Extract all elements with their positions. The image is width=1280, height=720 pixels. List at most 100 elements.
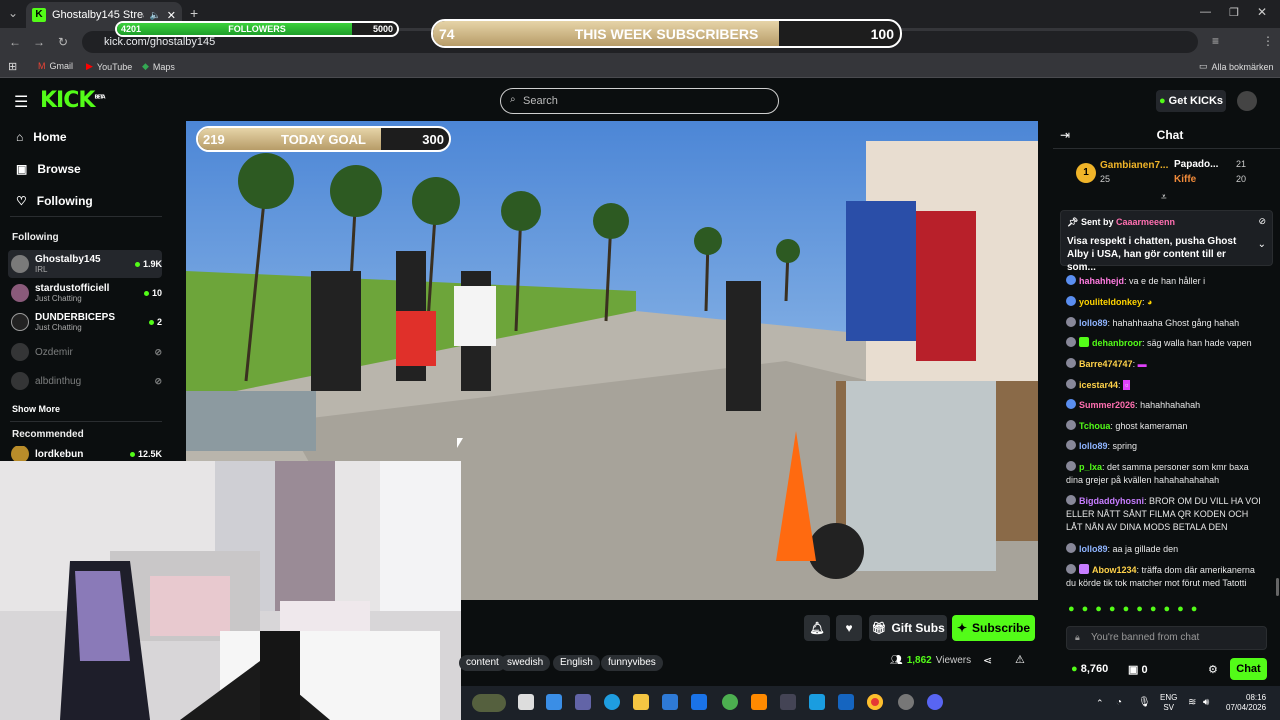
stream-tag[interactable]: swedish	[500, 655, 551, 671]
volume-icon[interactable]: 🔊︎	[1203, 697, 1209, 708]
chat-username[interactable]: Bigdaddyhosni	[1079, 496, 1144, 506]
tab-close-icon[interactable]: ✕	[167, 9, 176, 22]
chat-username[interactable]: lollo89	[1079, 441, 1108, 451]
chat-username[interactable]: Barre474747	[1079, 359, 1133, 369]
chat-username[interactable]: hahahhejd	[1079, 276, 1124, 286]
bookmark-gmail[interactable]: M Gmail	[38, 61, 73, 71]
chrome-icon[interactable]	[867, 694, 883, 710]
teams-icon[interactable]	[575, 694, 591, 710]
vpn-icon[interactable]	[722, 694, 738, 710]
gift-subs-button[interactable]: 🎁︎ Gift Subs	[869, 615, 947, 641]
following-channel-dunderbiceps[interactable]: DUNDERBICEPS Just Chatting 2	[8, 308, 162, 336]
chat-username[interactable]: Tchoua	[1079, 421, 1110, 431]
chat-username[interactable]: lollo89	[1079, 544, 1108, 554]
emote-bar[interactable]: ●●●●●●●●●●	[1068, 603, 1204, 615]
following-channel-stardustofficiell[interactable]: stardustofficiell Just Chatting 10	[8, 279, 162, 307]
app3-icon[interactable]	[838, 694, 854, 710]
search-input[interactable]: Search	[500, 88, 779, 114]
nav-browse[interactable]: ▣ Browse	[16, 162, 81, 176]
following-channel-ozdemir[interactable]: Ozdemir ⊘	[8, 338, 162, 366]
chat-message: Bigdaddyhosni: BROR OM DU VILL HA VOI EL…	[1066, 495, 1261, 532]
reload-icon[interactable]: ↻	[58, 35, 68, 49]
unpin-icon[interactable]: ⊘	[1258, 216, 1266, 227]
menu-icon[interactable]: ⋮	[1262, 34, 1274, 48]
new-tab-icon[interactable]: +	[190, 5, 198, 21]
stream-tag[interactable]: English	[553, 655, 600, 671]
leaderboard-entry-3[interactable]: Kiffe	[1174, 174, 1196, 185]
stream-tag[interactable]: funnyvibes	[601, 655, 663, 671]
follow-heart-button[interactable]: ♥	[836, 615, 862, 641]
app2-icon[interactable]	[780, 694, 796, 710]
nav-following[interactable]: ♡ Following	[16, 194, 93, 208]
window-close-icon[interactable]: ✕	[1257, 5, 1267, 19]
folder-icon: ▭	[1199, 61, 1208, 71]
share-icon[interactable]: ⋖	[983, 654, 992, 667]
chat-username[interactable]: dehanbroor	[1092, 338, 1142, 348]
hamburger-menu-icon[interactable]: ☰	[14, 92, 28, 112]
chat-send-button[interactable]: Chat	[1230, 658, 1267, 680]
photos-icon[interactable]	[809, 694, 825, 710]
wifi-icon[interactable]: ≋	[1188, 697, 1196, 708]
forward-icon[interactable]: →	[33, 35, 45, 49]
explorer-icon[interactable]	[633, 694, 649, 710]
stream-tag[interactable]: content	[459, 655, 506, 671]
language-indicator[interactable]: ENG SV	[1160, 693, 1177, 713]
obs-icon[interactable]	[898, 694, 914, 710]
report-icon[interactable]: ⚠	[1015, 653, 1025, 666]
widgets-icon[interactable]	[472, 694, 506, 712]
tab-mute-icon[interactable]: 🔈	[150, 10, 161, 21]
chat-username[interactable]: Summer2026	[1079, 400, 1135, 410]
mic-icon[interactable]: 🎙︎	[1138, 697, 1151, 708]
expand-pinned-icon[interactable]: ⌄	[1258, 239, 1266, 250]
viewers-label: Viewers	[935, 655, 972, 666]
bookmark-youtube[interactable]: ▶ YouTube	[86, 61, 132, 72]
pinned-text: Visa respekt i chatten, pusha Ghost Alby…	[1067, 236, 1237, 273]
copilot-icon[interactable]	[546, 694, 562, 710]
discord-icon[interactable]	[927, 694, 943, 710]
chat-username[interactable]: youliteldonkey	[1079, 297, 1142, 307]
chat-username[interactable]: icestar44	[1079, 380, 1118, 390]
nav-home[interactable]: ⌂ Home	[16, 130, 67, 144]
pinned-message[interactable]: 📌︎ Sent by Caaarmeeenn Visa respekt i ch…	[1060, 210, 1273, 273]
tray-chevron-icon[interactable]: ⌃	[1096, 698, 1104, 709]
collapse-chat-icon[interactable]: ⇥	[1060, 128, 1070, 142]
chat-username[interactable]: Abow1234	[1092, 565, 1137, 575]
minimize-icon[interactable]: —	[1200, 6, 1211, 18]
clock[interactable]: 08:16 07/04/2026	[1226, 693, 1266, 713]
chat-scrollbar[interactable]	[1276, 578, 1279, 596]
outlook-icon[interactable]	[691, 694, 707, 710]
leaderboard-entry-2[interactable]: Papado...	[1174, 159, 1218, 170]
channel-name: DUNDERBICEPS	[35, 312, 116, 323]
kick-logo[interactable]: KICKBETA	[40, 88, 106, 113]
media-icon[interactable]: ≡	[1212, 34, 1219, 48]
channel-points[interactable]: ▣ 0	[1128, 663, 1148, 676]
sent-by-label: Sent by	[1080, 217, 1114, 227]
chat-username[interactable]: p_lxa	[1079, 462, 1102, 472]
restore-icon[interactable]: ❐	[1229, 6, 1239, 19]
show-more-link[interactable]: Show More	[12, 404, 60, 414]
get-kicks-button[interactable]: ● Get KICKs	[1156, 90, 1226, 112]
app-icon[interactable]	[751, 694, 767, 710]
recommended-channel-lordkebun[interactable]: lordkebun 12.5K	[8, 446, 162, 462]
chat-settings-gear-icon[interactable]: ⚙	[1208, 663, 1218, 676]
bookmark-maps[interactable]: ◆ Maps	[142, 61, 175, 72]
task-view-icon[interactable]	[518, 694, 534, 710]
chat-username[interactable]: lollo89	[1079, 318, 1108, 328]
live-dot-icon	[148, 319, 154, 325]
following-channel-albdinthug[interactable]: albdinthug ⊘	[8, 367, 162, 395]
store-icon[interactable]	[662, 694, 678, 710]
tab-search-icon[interactable]: ⌄	[8, 6, 18, 20]
chat-input[interactable]: You're banned from chat	[1066, 626, 1267, 650]
leaderboard-top-name[interactable]: Gambianen7...	[1100, 160, 1168, 171]
following-channel-ghostalby145[interactable]: Ghostalby145 IRL 1.9K	[8, 250, 162, 278]
subscribe-button[interactable]: ✦ Subscribe	[952, 615, 1035, 641]
edge-icon[interactable]	[604, 694, 620, 710]
kicks-balance[interactable]: ● 8,760	[1071, 663, 1108, 675]
network-icon[interactable]: ◔	[1116, 697, 1122, 708]
user-avatar[interactable]	[1237, 91, 1257, 111]
expand-leaderboard-icon[interactable]: ⩡	[1161, 192, 1167, 203]
back-icon[interactable]: ←	[9, 35, 21, 49]
apps-icon[interactable]: ⊞	[8, 60, 17, 73]
notification-bell-button[interactable]: 🔔︎	[804, 615, 830, 641]
all-bookmarks[interactable]: ▭ Alla bokmärken	[1199, 61, 1274, 72]
